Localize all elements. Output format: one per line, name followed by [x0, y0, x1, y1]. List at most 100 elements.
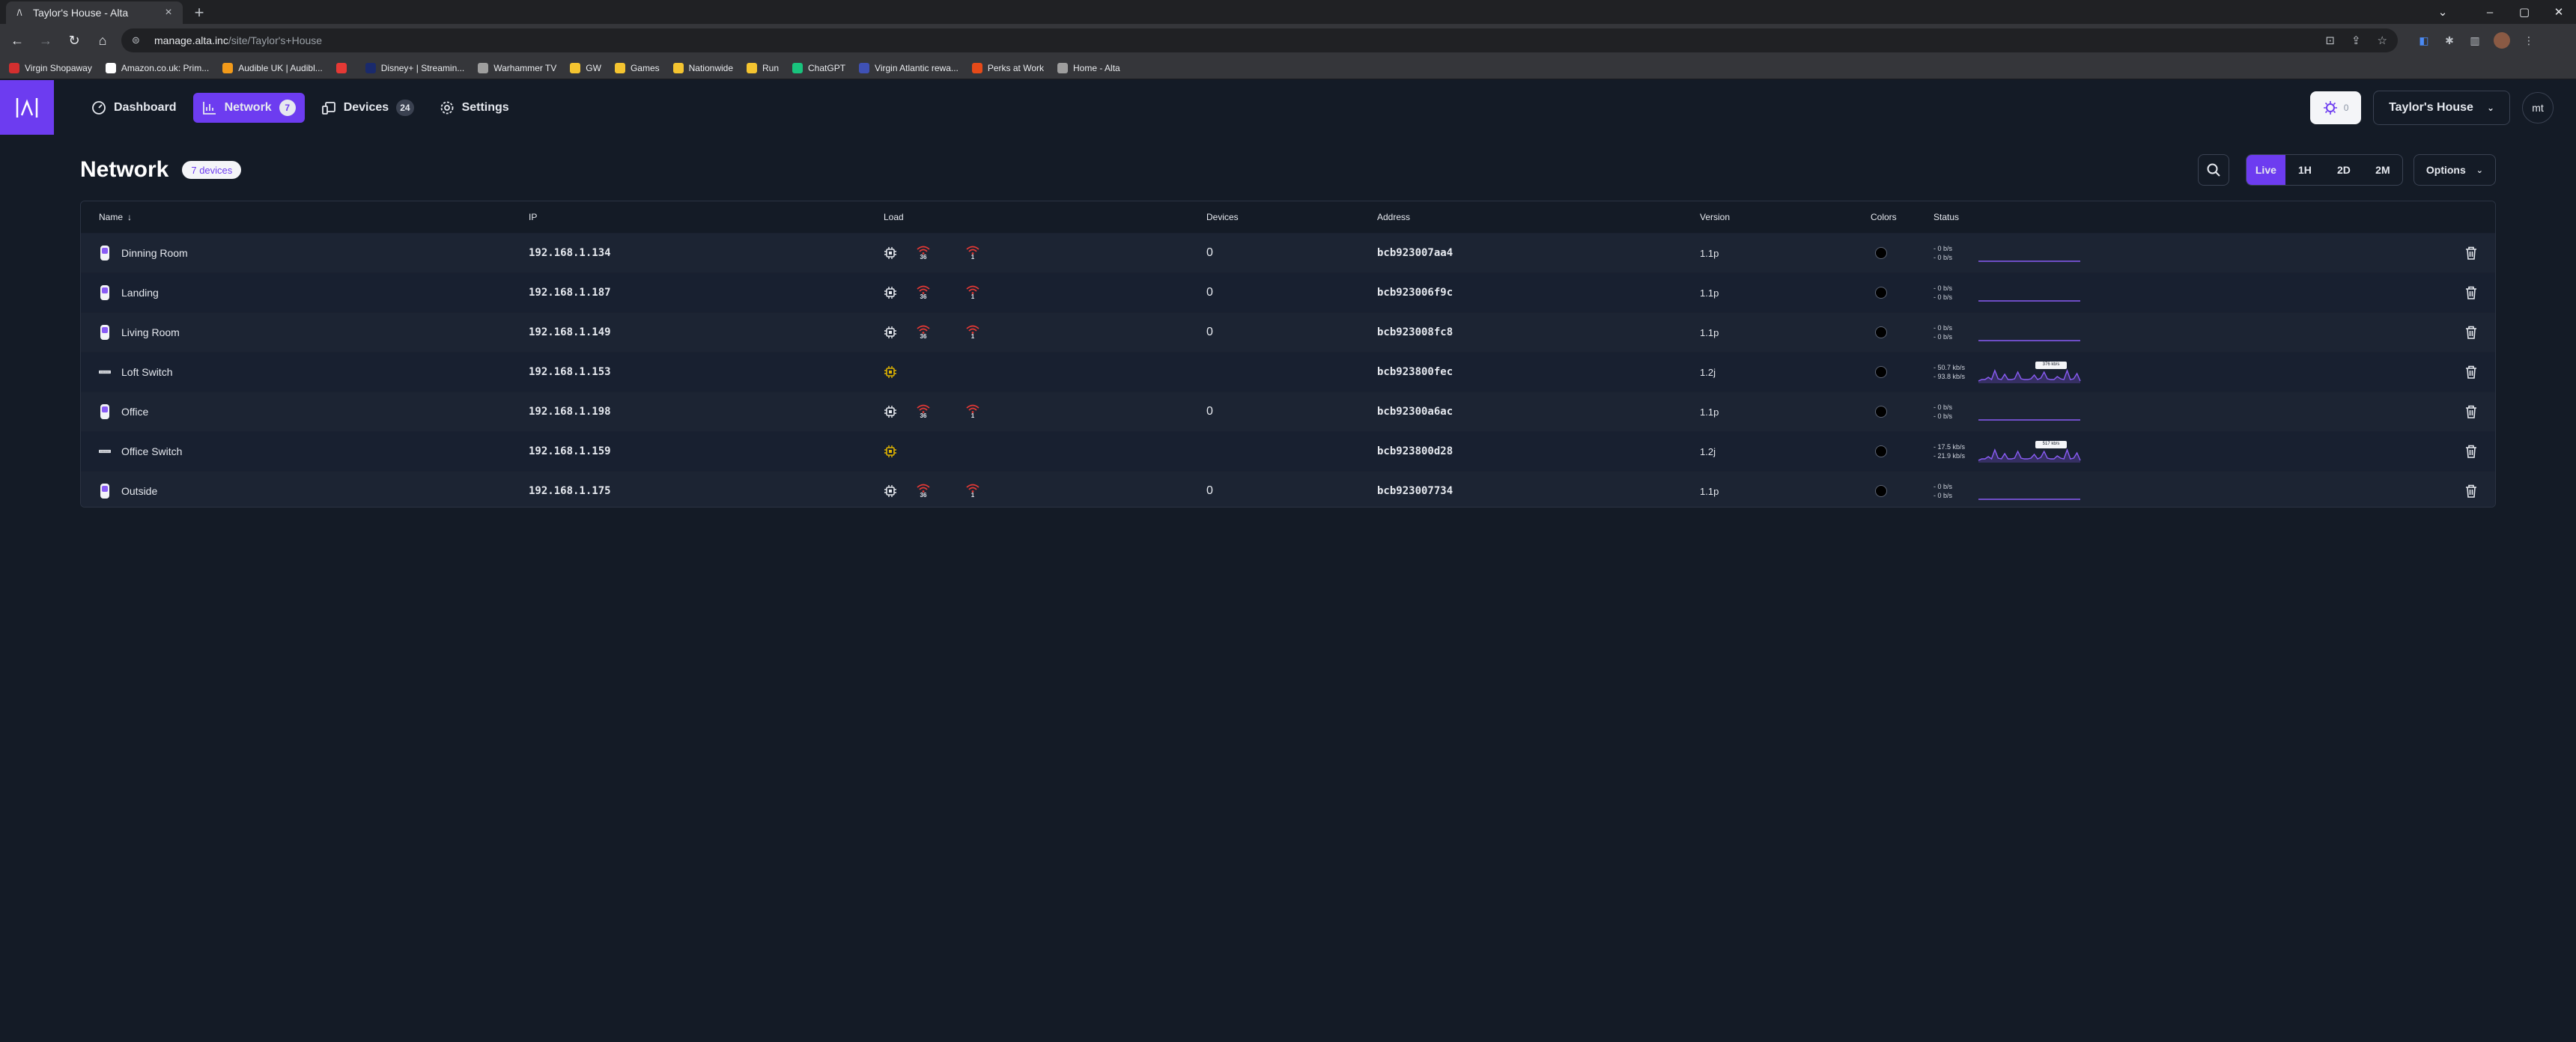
reload-button[interactable]: ↻ — [63, 29, 85, 52]
table-row[interactable]: Loft Switch 192.168.1.153 bcb923800fec 1… — [81, 352, 2495, 391]
nav-item-dashboard[interactable]: Dashboard — [82, 93, 186, 123]
color-cell[interactable] — [1871, 432, 1887, 471]
range-2d[interactable]: 2D — [2324, 155, 2363, 185]
led-color-swatch[interactable] — [1875, 366, 1887, 378]
row-name-cell[interactable]: Office — [99, 392, 148, 431]
minimize-button[interactable]: – — [2473, 0, 2507, 24]
site-info-icon[interactable]: ⊜ — [132, 34, 145, 46]
cpu-load-icon — [884, 405, 897, 418]
led-color-swatch[interactable] — [1875, 287, 1887, 299]
delete-button[interactable] — [2462, 472, 2480, 507]
forward-button[interactable]: → — [34, 29, 57, 52]
table-row[interactable]: Dinning Room 192.168.1.134 36 1 0 bcb923… — [81, 233, 2495, 272]
led-color-swatch[interactable] — [1875, 406, 1887, 418]
row-name-cell[interactable]: Landing — [99, 273, 159, 312]
table-row[interactable]: Landing 192.168.1.187 36 1 0 bcb923006f9… — [81, 272, 2495, 312]
color-cell[interactable] — [1871, 392, 1887, 431]
delete-button[interactable] — [2462, 234, 2480, 272]
extensions-area: ◧ ✱ ▥ ⋮ — [2417, 32, 2536, 49]
bookmark-item[interactable]: GW — [570, 62, 601, 73]
share-icon[interactable]: ⇪ — [2351, 34, 2361, 47]
home-button[interactable]: ⌂ — [91, 29, 114, 52]
profile-avatar[interactable] — [2494, 32, 2510, 49]
bookmark-star-icon[interactable]: ☆ — [2378, 34, 2387, 47]
device-name: Office — [121, 406, 149, 418]
color-cell[interactable] — [1871, 353, 1887, 391]
bookmark-item[interactable]: ChatGPT — [792, 62, 845, 73]
delete-button[interactable] — [2462, 392, 2480, 431]
range-live[interactable]: Live — [2246, 155, 2285, 185]
nav-item-devices[interactable]: Devices 24 — [312, 93, 423, 123]
row-name-cell[interactable]: Loft Switch — [99, 353, 172, 391]
nav-label: Settings — [461, 100, 509, 114]
bookmark-item[interactable]: Virgin Shopaway — [9, 62, 92, 73]
bookmark-item[interactable]: Home - Alta — [1057, 62, 1120, 73]
search-button[interactable] — [2197, 154, 2229, 186]
user-avatar[interactable]: mt — [2522, 91, 2554, 124]
install-app-icon[interactable]: ⊡ — [2325, 34, 2335, 47]
sidebar-icon[interactable]: ▥ — [2468, 34, 2482, 47]
bookmark-item[interactable]: Disney+ | Streamin... — [365, 62, 464, 73]
led-color-swatch[interactable] — [1875, 326, 1887, 338]
maximize-button[interactable]: ▢ — [2507, 0, 2542, 24]
chart-icon — [202, 100, 217, 115]
device-ip: 192.168.1.175 — [529, 485, 611, 497]
led-color-swatch[interactable] — [1875, 445, 1887, 457]
menu-kebab-icon[interactable]: ⋮ — [2522, 34, 2536, 47]
bookmark-item[interactable]: Games — [614, 62, 660, 73]
device-ip: 192.168.1.153 — [529, 366, 611, 378]
new-tab-button[interactable]: + — [189, 1, 210, 24]
address-bar[interactable]: ⊜ manage.alta.inc/site/Taylor's+House ⊡ … — [121, 28, 2398, 52]
extension-icon[interactable]: ◧ — [2417, 34, 2431, 47]
nav-item-settings[interactable]: Settings — [431, 93, 518, 123]
alerts-button[interactable]: 0 — [2310, 91, 2362, 124]
row-name-cell[interactable]: Outside — [99, 472, 157, 507]
row-name-cell[interactable]: Office Switch — [99, 432, 182, 471]
rate-down: - 0 b/s — [1933, 333, 1953, 341]
alta-logo[interactable] — [0, 80, 54, 135]
bookmark-item[interactable]: Virgin Atlantic rewa... — [859, 62, 959, 73]
col-name-header[interactable]: Name ↓ — [99, 201, 132, 233]
wifi-2ghz-channel: 1 — [970, 333, 975, 340]
site-selector[interactable]: Taylor's House ⌄ — [2373, 90, 2510, 125]
status-cell: - 0 b/s - 0 b/s — [1933, 273, 2082, 312]
row-name-cell[interactable]: Dinning Room — [99, 234, 188, 272]
bookmark-item[interactable]: Perks at Work — [971, 62, 1044, 73]
device-name: Office Switch — [121, 445, 183, 457]
nav-item-network[interactable]: Network 7 — [192, 92, 305, 123]
delete-button[interactable] — [2462, 432, 2480, 471]
row-name-cell[interactable]: Living Room — [99, 313, 180, 352]
tab-search-icon[interactable]: ⌄ — [2428, 0, 2458, 24]
table-row[interactable]: Office Switch 192.168.1.159 bcb923800d28… — [81, 431, 2495, 471]
color-cell[interactable] — [1871, 472, 1887, 507]
color-cell[interactable] — [1871, 273, 1887, 312]
bookmark-item[interactable]: Amazon.co.uk: Prim... — [105, 62, 209, 73]
color-cell[interactable] — [1871, 313, 1887, 352]
bookmark-item[interactable]: Run — [747, 62, 779, 73]
range-1h[interactable]: 1H — [2285, 155, 2324, 185]
bookmark-item[interactable]: Warhammer TV — [478, 62, 556, 73]
range-2m[interactable]: 2M — [2363, 155, 2402, 185]
bookmark-item[interactable]: Nationwide — [672, 62, 733, 73]
close-tab-icon[interactable]: × — [162, 6, 175, 19]
bookmark-item[interactable]: Audible UK | Audibl... — [222, 62, 323, 73]
firmware-version: 1.1p — [1700, 485, 1719, 497]
color-cell[interactable] — [1871, 234, 1887, 272]
led-color-swatch[interactable] — [1875, 485, 1887, 497]
back-button[interactable]: ← — [6, 29, 28, 52]
led-color-swatch[interactable] — [1875, 247, 1887, 259]
puzzle-icon[interactable]: ✱ — [2443, 34, 2456, 47]
table-row[interactable]: Outside 192.168.1.175 36 1 0 bcb92300773… — [81, 471, 2495, 507]
nav-badge: 7 — [279, 99, 296, 116]
load-cell: 36 1 — [884, 472, 979, 507]
options-button[interactable]: Options ⌄ — [2413, 154, 2496, 186]
delete-button[interactable] — [2462, 353, 2480, 391]
delete-button[interactable] — [2462, 313, 2480, 352]
table-row[interactable]: Living Room 192.168.1.149 36 1 0 bcb9230… — [81, 312, 2495, 352]
table-row[interactable]: Office 192.168.1.198 36 1 0 bcb92300a6ac… — [81, 391, 2495, 431]
delete-button[interactable] — [2462, 273, 2480, 312]
browser-tab[interactable]: /\ Taylor's House - Alta × — [6, 1, 183, 24]
firmware-version: 1.1p — [1700, 247, 1719, 259]
close-window-button[interactable]: ✕ — [2542, 0, 2576, 24]
bookmark-item[interactable] — [335, 62, 352, 73]
